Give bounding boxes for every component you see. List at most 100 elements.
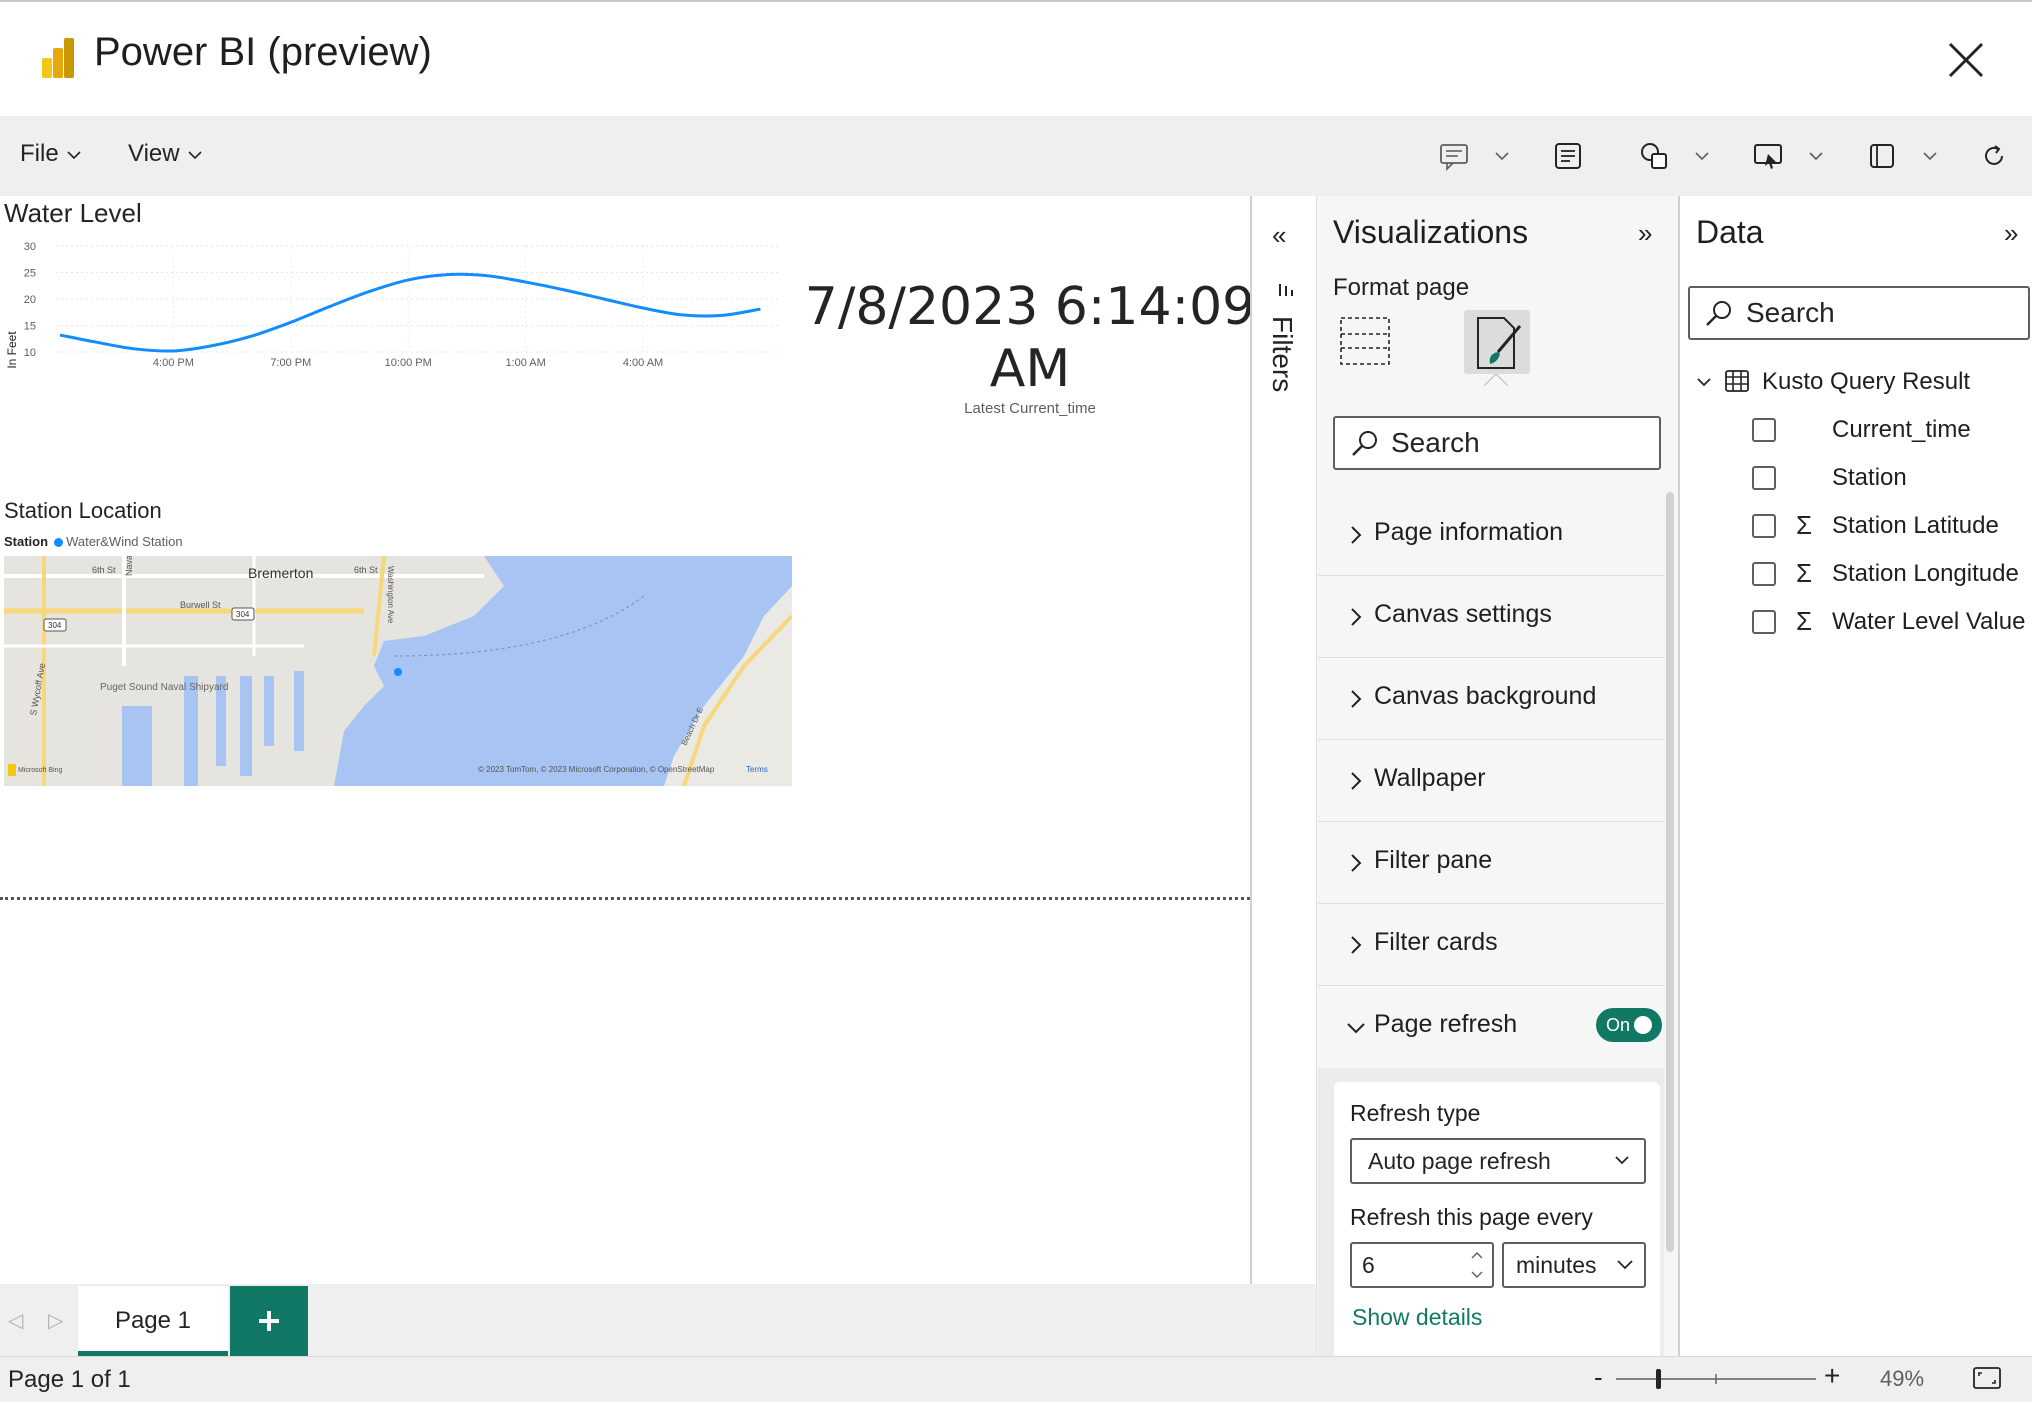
section-label: Page refresh — [1374, 1010, 1518, 1038]
layout-icon[interactable] — [1866, 140, 1898, 172]
latest-time-card-label: Latest Current_time — [964, 400, 1096, 417]
legend-item: Water&Wind Station — [66, 534, 183, 549]
section-wallpaper[interactable]: Wallpaper — [1318, 740, 1664, 822]
chevron-right-icon — [1351, 772, 1362, 790]
chevron-down-icon[interactable] — [1494, 148, 1510, 164]
selected-tab-pointer-icon — [1484, 374, 1508, 386]
table-name[interactable]: Kusto Query Result — [1762, 368, 1970, 396]
chevron-down-icon[interactable] — [1922, 148, 1938, 164]
add-page-button[interactable] — [230, 1286, 308, 1356]
refresh-type-label: Refresh type — [1350, 1100, 1481, 1126]
field-label: Station — [1832, 464, 1907, 491]
visualizations-scrollbar[interactable] — [1666, 492, 1674, 1252]
note-icon[interactable] — [1552, 140, 1584, 172]
y-axis-label: In Feet — [5, 331, 19, 369]
zoom-slider[interactable] — [1616, 1364, 1816, 1394]
x-tick-label: 4:00 PM — [153, 357, 194, 369]
chevron-down-icon[interactable] — [1694, 148, 1710, 164]
latest-time-card-value[interactable]: 7/8/2023 6:14:09 AM — [800, 276, 1260, 400]
y-tick-label: 20 — [24, 294, 36, 306]
section-label: Page information — [1374, 518, 1564, 546]
section-filter-cards[interactable]: Filter cards — [1318, 904, 1664, 986]
comment-icon[interactable] — [1438, 140, 1470, 172]
next-page-icon[interactable]: ▷ — [48, 1308, 63, 1333]
visualizations-search-input[interactable]: Search — [1333, 416, 1661, 470]
interval-stepper-icon[interactable] — [1466, 1246, 1488, 1284]
paint-brush-icon — [1477, 317, 1522, 369]
map-terms-link[interactable]: Terms — [746, 765, 768, 774]
chevron-down-icon[interactable] — [1696, 374, 1712, 390]
field-checkbox[interactable] — [1752, 418, 1776, 442]
expand-right-icon[interactable]: » — [2004, 218, 2018, 249]
chart-grid — [56, 245, 780, 353]
section-label: Wallpaper — [1374, 764, 1486, 792]
build-visual-icon[interactable] — [1338, 314, 1392, 368]
water-level-series-line[interactable] — [59, 272, 761, 353]
refresh-icon[interactable] — [1978, 140, 2010, 172]
data-search-input[interactable]: Search — [1688, 286, 2030, 340]
refresh-type-value: Auto page refresh — [1368, 1148, 1551, 1174]
field-label: Station Latitude — [1832, 512, 1999, 539]
present-icon[interactable] — [1752, 140, 1784, 172]
chevron-down-icon[interactable] — [1808, 148, 1824, 164]
refresh-type-dropdown[interactable]: Auto page refresh — [1350, 1138, 1646, 1184]
data-title: Data — [1696, 214, 1764, 250]
field-checkbox[interactable] — [1752, 466, 1776, 490]
chevron-right-icon — [1351, 854, 1362, 872]
menu-bar — [0, 116, 2032, 196]
show-details-link[interactable]: Show details — [1352, 1304, 1482, 1331]
close-icon[interactable] — [1940, 34, 1992, 86]
search-icon — [1352, 431, 1377, 456]
refresh-interval-label: Refresh this page every — [1350, 1204, 1593, 1230]
map-label-street: Burwell St — [180, 600, 221, 610]
section-label: Canvas background — [1374, 682, 1597, 710]
section-label: Filter cards — [1374, 928, 1498, 956]
field-checkbox[interactable] — [1752, 514, 1776, 538]
section-page-information[interactable]: Page information — [1318, 494, 1664, 576]
x-tick-label: 4:00 AM — [623, 357, 663, 369]
field-label: Current_time — [1832, 416, 1971, 443]
station-marker[interactable] — [394, 668, 402, 676]
station-map[interactable]: Bremerton 6th St 6th St Burwell St Naval… — [4, 556, 792, 786]
view-menu[interactable]: View — [128, 140, 202, 168]
tab-page-1[interactable]: Page 1 — [78, 1286, 228, 1356]
collapse-left-icon[interactable]: « — [1272, 220, 1286, 251]
y-axis-ticks: 30 25 20 15 10 — [24, 241, 36, 359]
expand-right-icon[interactable]: » — [1638, 218, 1652, 249]
page-boundary-line — [0, 897, 1250, 900]
field-label: Station Longitude — [1832, 560, 2019, 587]
zoom-in-button[interactable]: + — [1824, 1360, 1840, 1392]
format-visual-tab[interactable] — [1464, 310, 1530, 374]
app-title: Power BI (preview) — [94, 30, 432, 74]
view-menu-label: View — [128, 140, 180, 167]
section-canvas-background[interactable]: Canvas background — [1318, 658, 1664, 740]
chevron-right-icon — [1351, 526, 1362, 544]
field-checkbox[interactable] — [1752, 610, 1776, 634]
map-label-street: Washington Ave — [386, 566, 395, 624]
previous-page-icon[interactable]: ◁ — [8, 1308, 23, 1333]
section-canvas-settings[interactable]: Canvas settings — [1318, 576, 1664, 658]
chevron-down-icon — [67, 151, 81, 159]
zoom-thumb[interactable] — [1656, 1369, 1661, 1389]
section-label: Canvas settings — [1374, 600, 1552, 628]
map-legend: Station Water&Wind Station — [4, 534, 183, 549]
format-page-label: Format page — [1333, 274, 1470, 301]
water-level-chart[interactable]: 30 25 20 15 10 4:00 PM 7:00 PM 10:00 PM 1:00 AM… — [0, 230, 790, 480]
refresh-unit-dropdown[interactable]: minutes — [1502, 1242, 1646, 1288]
y-tick-label: 15 — [24, 321, 36, 333]
file-menu[interactable]: File — [20, 140, 81, 168]
sum-icon: Σ — [1796, 606, 1813, 636]
sum-icon: Σ — [1796, 510, 1813, 540]
shapes-icon[interactable] — [1638, 140, 1670, 172]
zoom-out-button[interactable]: - — [1594, 1362, 1603, 1393]
page-refresh-toggle[interactable]: On — [1596, 1008, 1662, 1042]
toggle-knob — [1634, 1016, 1652, 1034]
field-checkbox[interactable] — [1752, 562, 1776, 586]
y-tick-label: 25 — [24, 268, 36, 280]
filters-label[interactable]: Filters — [1266, 316, 1298, 392]
map-label-street: 6th St — [92, 565, 116, 575]
y-tick-label: 30 — [24, 241, 36, 253]
sum-icon: Σ — [1796, 558, 1813, 588]
section-filter-pane[interactable]: Filter pane — [1318, 822, 1664, 904]
fit-to-page-icon[interactable] — [1972, 1366, 2002, 1390]
